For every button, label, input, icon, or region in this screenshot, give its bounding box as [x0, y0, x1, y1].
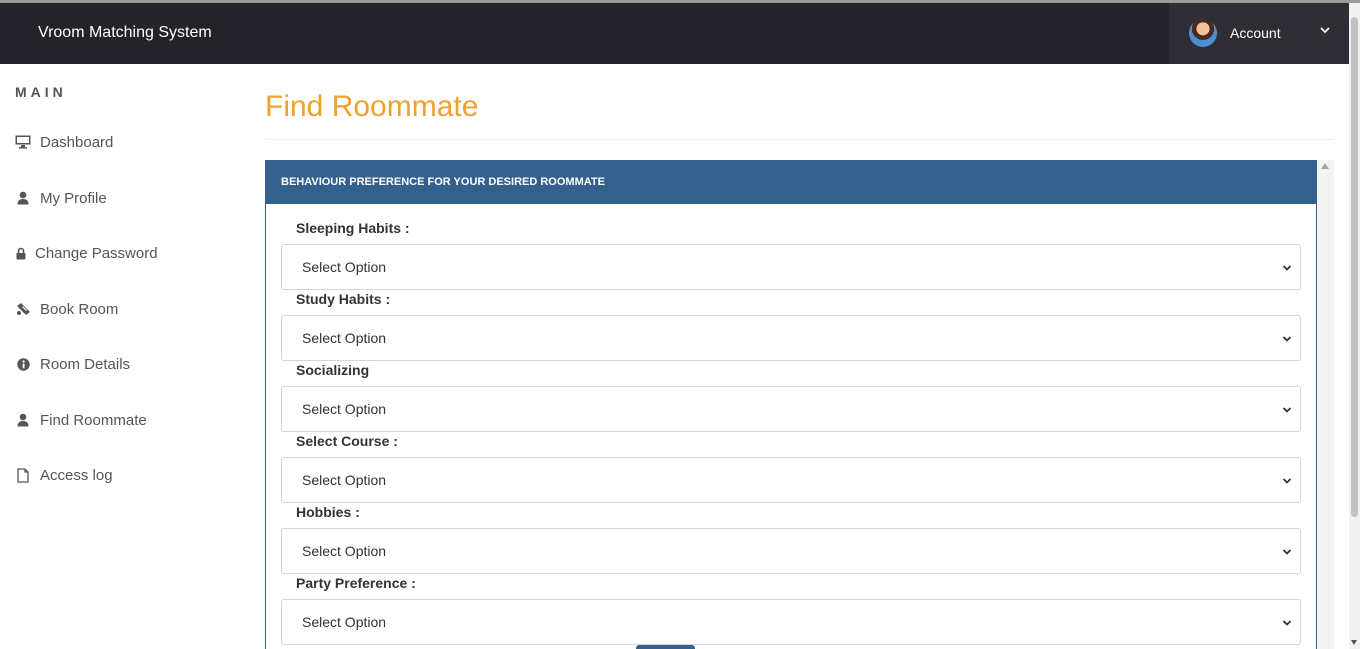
chevron-down-icon	[1282, 478, 1292, 484]
socializing-select[interactable]: Select Option	[281, 386, 1301, 432]
study-habits-select[interactable]: Select Option	[281, 315, 1301, 361]
sidebar-item-label: Find Roommate	[40, 411, 147, 429]
scrollbar-thumb[interactable]	[1351, 17, 1358, 517]
chevron-down-icon	[1282, 265, 1292, 271]
info-circle-icon	[15, 357, 31, 371]
sidebar-item-find-roommate[interactable]: Find Roommate	[15, 406, 147, 434]
sleeping-habits-label: Sleeping Habits :	[296, 220, 410, 236]
desktop-icon	[15, 135, 31, 149]
sidebar-item-label: Change Password	[35, 244, 158, 262]
avatar	[1189, 19, 1217, 47]
chevron-down-icon	[1320, 27, 1330, 34]
title-divider	[265, 139, 1334, 140]
sidebar-item-book-room[interactable]: Book Room	[15, 295, 118, 323]
account-menu[interactable]: Account	[1169, 3, 1349, 64]
study-habits-label: Study Habits :	[296, 291, 391, 307]
panel-heading: BEHAVIOUR PREFERENCE FOR YOUR DESIRED RO…	[266, 161, 1316, 204]
sidebar-item-label: Access log	[40, 466, 113, 484]
socializing-label: Socializing	[296, 362, 370, 378]
select-value: Select Option	[302, 472, 387, 488]
chevron-down-icon	[1282, 549, 1292, 555]
sidebar-item-change-password[interactable]: Change Password	[15, 239, 158, 267]
sleeping-habits-select[interactable]: Select Option	[281, 244, 1301, 290]
sidebar: MAIN Dashboard My Profile Change Passwor…	[0, 64, 250, 649]
user-icon	[15, 413, 31, 427]
chevron-down-icon	[1282, 336, 1292, 342]
sidebar-item-access-log[interactable]: Access log	[15, 461, 113, 489]
file-icon	[15, 467, 31, 483]
sidebar-heading: MAIN	[15, 84, 67, 100]
sidebar-item-my-profile[interactable]: My Profile	[15, 184, 107, 212]
sidebar-item-label: My Profile	[40, 189, 107, 207]
account-label: Account	[1230, 25, 1281, 41]
select-course-label: Select Course :	[296, 433, 398, 449]
user-icon	[15, 191, 31, 205]
chevron-down-icon	[1282, 620, 1292, 626]
sidebar-item-room-details[interactable]: Room Details	[15, 350, 130, 378]
sidebar-item-dashboard[interactable]: Dashboard	[15, 128, 113, 156]
panel-scrollbar[interactable]	[1317, 160, 1334, 649]
select-value: Select Option	[302, 543, 387, 559]
chevron-down-icon	[1282, 407, 1292, 413]
page-title: Find Roommate	[265, 90, 479, 123]
sidebar-item-label: Dashboard	[40, 133, 114, 151]
window-scrollbar[interactable]	[1349, 3, 1360, 649]
submit-button-edge[interactable]	[636, 645, 695, 649]
select-value: Select Option	[302, 259, 387, 275]
select-value: Select Option	[302, 330, 387, 346]
ticket-icon	[15, 302, 31, 316]
preference-panel: BEHAVIOUR PREFERENCE FOR YOUR DESIRED RO…	[265, 160, 1317, 649]
scroll-up-icon[interactable]	[1321, 163, 1329, 169]
app-brand[interactable]: Vroom Matching System	[38, 24, 212, 42]
sidebar-item-label: Book Room	[40, 300, 119, 318]
party-preference-select[interactable]: Select Option	[281, 599, 1301, 645]
hobbies-select[interactable]: Select Option	[281, 528, 1301, 574]
main-content: Find Roommate BEHAVIOUR PREFERENCE FOR Y…	[250, 64, 1349, 649]
scroll-down-icon[interactable]	[1351, 640, 1357, 645]
select-value: Select Option	[302, 401, 387, 417]
hobbies-label: Hobbies :	[296, 504, 360, 520]
select-course-select[interactable]: Select Option	[281, 457, 1301, 503]
party-preference-label: Party Preference :	[296, 575, 416, 591]
lock-icon	[15, 246, 26, 260]
sidebar-item-label: Room Details	[40, 355, 131, 373]
top-navbar: Vroom Matching System Account	[0, 3, 1349, 64]
select-value: Select Option	[302, 614, 387, 630]
